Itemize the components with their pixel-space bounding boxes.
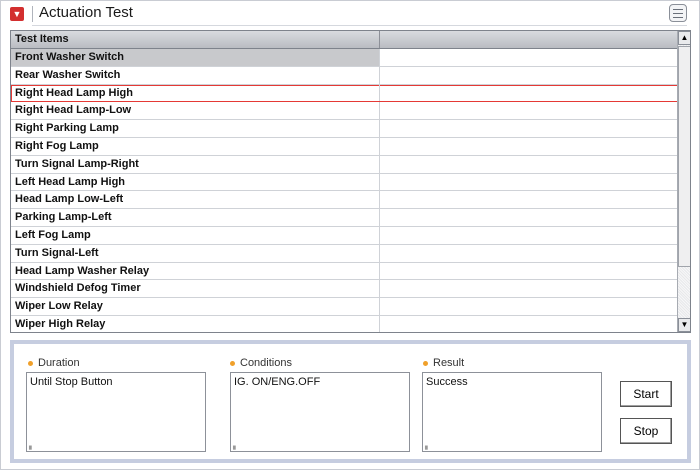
test-item-name: Wiper High Relay [11, 315, 380, 332]
test-item-value [380, 85, 678, 102]
table-row[interactable]: Left Fog Lamp [11, 226, 678, 245]
test-item-value [380, 316, 678, 332]
test-item-value [380, 120, 678, 137]
test-item-name: Right Head Lamp High [11, 84, 380, 102]
test-item-value [380, 245, 678, 262]
test-item-value [380, 209, 678, 226]
test-item-value [380, 49, 678, 66]
test-item-name: Turn Signal-Left [11, 244, 380, 262]
duration-field: Until Stop Button ▖ [26, 372, 206, 452]
table-row[interactable]: Rear Washer Switch [11, 66, 678, 85]
test-item-name: Left Head Lamp High [11, 173, 380, 191]
stop-button[interactable]: Stop [620, 418, 672, 444]
table-row[interactable]: Right Head Lamp High [11, 84, 678, 103]
test-item-name: Left Fog Lamp [11, 226, 380, 244]
vertical-scrollbar[interactable]: ▲ ▼ [677, 31, 690, 332]
table-row[interactable]: Right Head Lamp-Low [11, 102, 678, 121]
test-item-value [380, 138, 678, 155]
test-item-name: Turn Signal Lamp-Right [11, 155, 380, 173]
test-item-name: Windshield Defog Timer [11, 280, 380, 298]
table-row[interactable]: Right Parking Lamp [11, 120, 678, 138]
column-header-test-items[interactable]: Test Items [11, 31, 380, 48]
scroll-thumb[interactable] [678, 46, 690, 267]
table-body: Front Washer Switch Rear Washer Switch Rig… [11, 49, 678, 332]
test-item-value [380, 280, 678, 297]
conditions-field: IG. ON/ENG.OFF ▖ [230, 372, 410, 452]
duration-label: Duration [38, 357, 80, 369]
test-item-value [380, 156, 678, 173]
table-row[interactable]: Left Head Lamp High [11, 173, 678, 192]
resize-grip-icon: ▖ [233, 443, 239, 450]
actuation-test-window: ▼ Actuation Test Test Items Front Washer… [0, 0, 700, 470]
table-row[interactable]: Wiper Low Relay [11, 298, 678, 316]
test-info-panel: Duration Until Stop Button ▖ Conditions … [10, 340, 691, 463]
test-item-name: Right Fog Lamp [11, 137, 380, 155]
table-row[interactable]: Head Lamp Low-Left [11, 191, 678, 210]
result-field: Success ▖ [422, 372, 602, 452]
test-item-name: Head Lamp Low-Left [11, 191, 380, 209]
bullet-icon [423, 361, 428, 366]
arrow-down-icon[interactable]: ▼ [678, 318, 690, 332]
table-row[interactable]: Front Washer Switch [11, 49, 678, 67]
table-header: Test Items [11, 31, 678, 49]
result-label: Result [433, 357, 465, 369]
table-row[interactable]: Parking Lamp-Left [11, 209, 678, 227]
test-item-name: Front Washer Switch [11, 49, 380, 66]
test-item-value [380, 298, 678, 315]
duration-value: Until Stop Button [30, 376, 113, 388]
test-item-value [380, 191, 678, 208]
bullet-icon [230, 361, 235, 366]
test-item-name: Right Head Lamp-Low [11, 102, 380, 120]
list-menu-icon[interactable] [669, 4, 687, 22]
chevron-down-icon[interactable]: ▼ [10, 7, 24, 21]
start-button[interactable]: Start [620, 381, 672, 407]
resize-grip-icon: ▖ [425, 443, 431, 450]
table-row[interactable]: Windshield Defog Timer [11, 280, 678, 299]
table-row[interactable]: Right Fog Lamp [11, 137, 678, 156]
conditions-value: IG. ON/ENG.OFF [234, 376, 321, 388]
test-item-value [380, 263, 678, 280]
page-title: Actuation Test [39, 4, 133, 21]
table-row[interactable]: Turn Signal-Left [11, 244, 678, 263]
table-row[interactable]: Turn Signal Lamp-Right [11, 155, 678, 174]
test-item-name: Wiper Low Relay [11, 298, 380, 315]
test-item-value [380, 227, 678, 244]
column-header-value[interactable] [380, 31, 678, 48]
test-item-name: Parking Lamp-Left [11, 209, 380, 226]
test-items-table: Test Items Front Washer Switch Rear Washe… [10, 30, 691, 333]
test-item-value [380, 102, 678, 119]
test-item-value [380, 174, 678, 191]
bullet-icon [28, 361, 33, 366]
header: ▼ Actuation Test [1, 1, 700, 29]
arrow-up-icon[interactable]: ▲ [678, 31, 690, 45]
test-item-name: Head Lamp Washer Relay [11, 262, 380, 280]
title-underline [32, 25, 687, 26]
table-row[interactable]: Wiper High Relay [11, 315, 678, 332]
test-item-name: Rear Washer Switch [11, 66, 380, 84]
test-item-value [380, 67, 678, 84]
test-item-name: Right Parking Lamp [11, 120, 380, 137]
conditions-label: Conditions [240, 357, 292, 369]
result-value: Success [426, 376, 468, 388]
title-separator [32, 6, 33, 22]
table-row[interactable]: Head Lamp Washer Relay [11, 262, 678, 281]
resize-grip-icon: ▖ [29, 443, 35, 450]
